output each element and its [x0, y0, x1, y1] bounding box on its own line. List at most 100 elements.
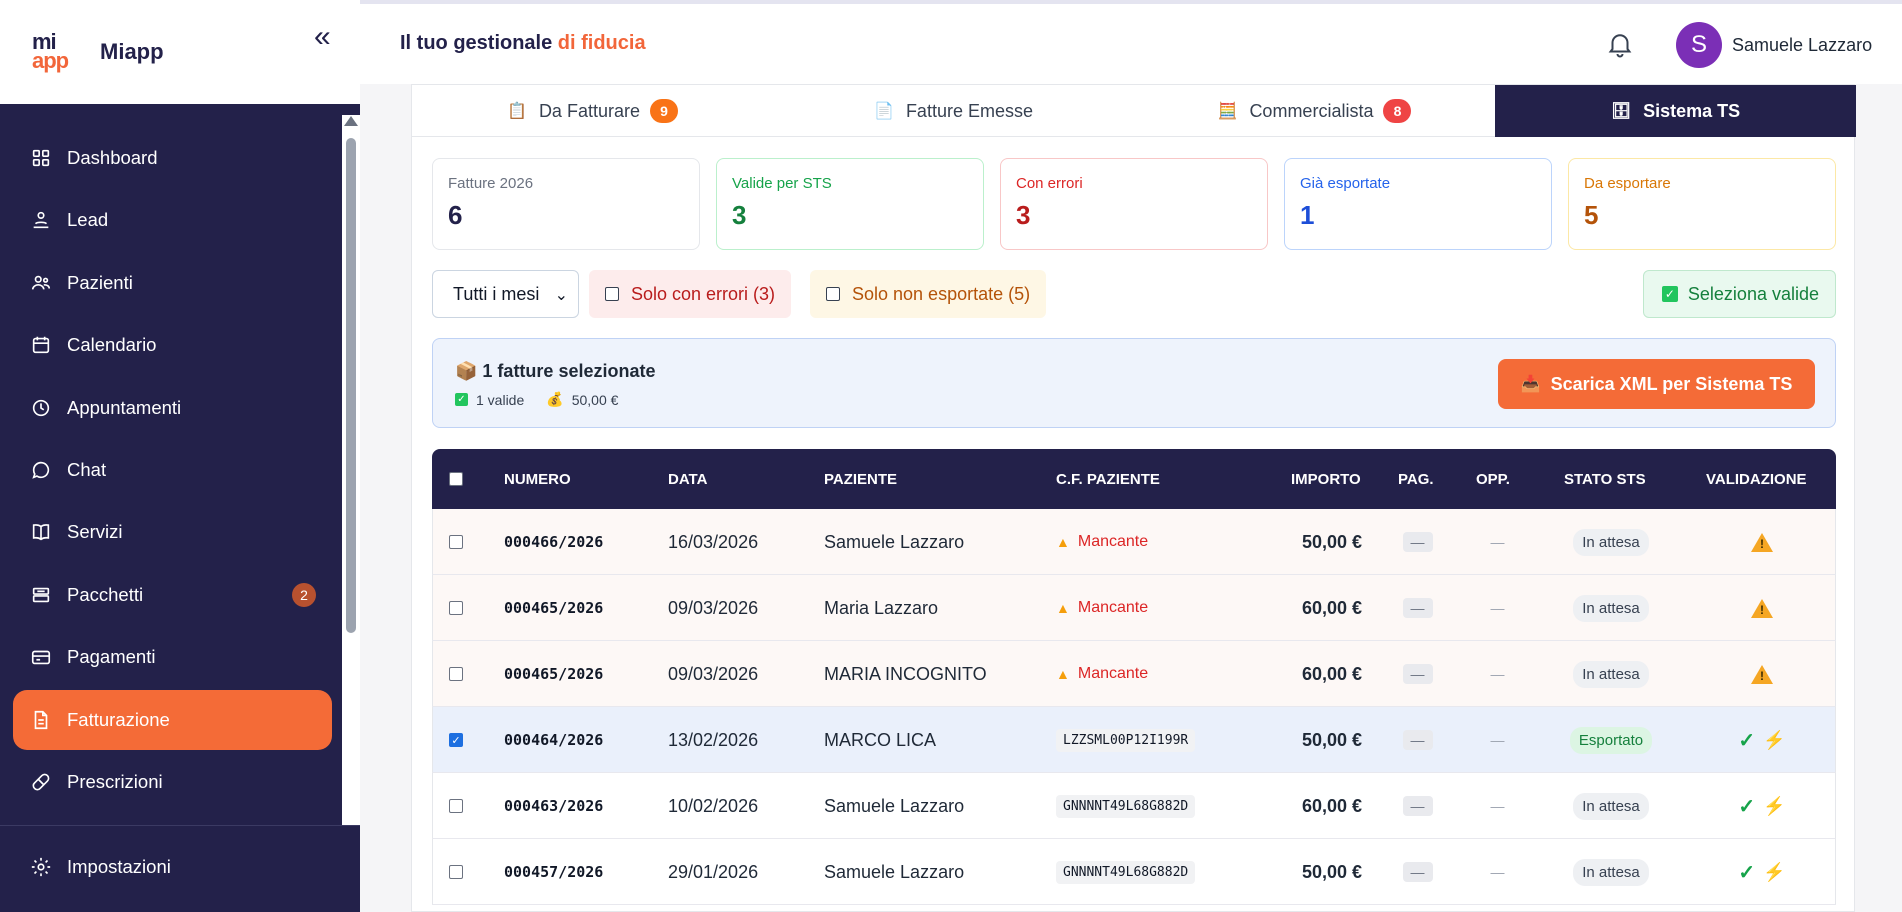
col-data[interactable]: DATA — [668, 449, 707, 509]
brand-name: Miapp — [100, 39, 164, 64]
sts-status: In attesa — [1573, 528, 1649, 556]
row-checkbox[interactable] — [449, 601, 463, 615]
patient-cf: ▲ Mancante — [1056, 575, 1148, 641]
tab-icon: 📄 — [874, 103, 894, 120]
col-opp[interactable]: OPP. — [1476, 449, 1510, 509]
errors-only-filter[interactable]: Solo con errori (3) — [589, 270, 792, 318]
table-row[interactable]: 000465/2026 09/03/2026 Maria Lazzaro ▲ Manca… — [432, 575, 1836, 641]
sidebar-item-pacchetti[interactable]: Pacchetti 2 — [13, 565, 332, 625]
row-checkbox[interactable] — [449, 535, 463, 549]
count-badge: 2 — [292, 582, 316, 607]
check-icon: ✓ — [1661, 286, 1678, 302]
table-row[interactable]: 000463/2026 10/02/2026 Samuele Lazzaro GNNN… — [432, 773, 1836, 839]
stat-value: 5 — [1584, 200, 1599, 230]
col-paziente[interactable]: PAZIENTE — [824, 449, 897, 509]
sidebar-item-label: Dashboard — [67, 147, 158, 168]
sidebar-item-chat[interactable]: Chat — [13, 440, 332, 500]
stat-label: Fatture 2026 — [448, 175, 534, 192]
sidebar-item-dashboard[interactable]: Dashboard — [13, 128, 332, 188]
patient-name: Samuele Lazzaro — [824, 531, 965, 552]
lightning-icon: ⚡ — [1763, 861, 1786, 882]
sidebar-scroll-thumb[interactable] — [346, 138, 356, 633]
col-validazione[interactable]: VALIDAZIONE — [1706, 449, 1807, 509]
patient-cf: GNNNNT49L68G882D — [1056, 773, 1196, 839]
sts-status: In attesa — [1573, 792, 1649, 820]
lightning-icon: ⚡ — [1763, 729, 1786, 750]
table-row[interactable]: 000466/2026 16/03/2026 Samuele Lazzaro ▲ Man… — [432, 509, 1836, 575]
tab-icon: 🧮 — [1217, 103, 1238, 120]
invoice-number: 000463/2026 — [504, 797, 604, 815]
sidebar-item-label: Prescrizioni — [67, 770, 163, 792]
select-valid-button[interactable]: ✓ Seleziona valide — [1642, 270, 1836, 318]
logo-bottom: app — [32, 48, 69, 73]
tab-fatture-emesse[interactable]: 📄 Fatture Emesse — [773, 85, 1134, 137]
row-checkbox[interactable] — [449, 865, 463, 879]
sidebar-item-pazienti[interactable]: Pazienti — [13, 253, 332, 313]
selection-amount: 💰 50,00 € — [546, 391, 618, 408]
sidebar-item-prescrizioni[interactable]: Prescrizioni — [13, 752, 332, 812]
not-exported-filter[interactable]: Solo non esportate (5) — [810, 270, 1047, 318]
month-select[interactable]: Tutti i mesi ⌄ — [432, 270, 579, 318]
row-checkbox[interactable] — [449, 667, 463, 681]
not-exported-checkbox[interactable] — [826, 287, 840, 301]
sidebar-item-label: Servizi — [67, 521, 123, 543]
stat-label: Da esportare — [1584, 175, 1671, 192]
opp-value: — — [1490, 864, 1505, 880]
col-pag[interactable]: PAG. — [1398, 449, 1434, 509]
sidebar-item-servizi[interactable]: Servizi — [13, 502, 332, 562]
tab-commercialista[interactable]: 🧮 Commercialista 8 — [1134, 85, 1495, 137]
download-icon: 📥 — [1520, 376, 1541, 393]
invoice-number: 000465/2026 — [504, 599, 604, 617]
errors-only-checkbox[interactable] — [605, 287, 619, 301]
sidebar-item-label: Calendario — [67, 334, 157, 356]
row-checkbox[interactable] — [449, 799, 463, 813]
checkmark-icon: ✓ — [1738, 729, 1756, 752]
col-importo[interactable]: IMPORTO — [1291, 449, 1361, 509]
invoices-table: NUMERO DATA PAZIENTE C.F. PAZIENTE IMPOR… — [432, 449, 1836, 905]
tab-sistema-ts[interactable]: 🗄 Sistema TS — [1495, 85, 1856, 137]
sidebar-item-pagamenti[interactable]: Pagamenti — [13, 627, 332, 687]
avatar[interactable]: S — [1676, 22, 1722, 68]
user-name[interactable]: Samuele Lazzaro — [1732, 35, 1872, 56]
opp-cell: — — [1475, 575, 1520, 641]
tagline-main: Il tuo gestionale — [400, 32, 558, 54]
download-xml-button[interactable]: 📥 Scarica XML per Sistema TS — [1498, 359, 1815, 409]
selection-amount-label: 50,00 € — [571, 391, 619, 408]
pag-cell: — — [1395, 707, 1440, 773]
select-all-checkbox[interactable] — [449, 472, 463, 486]
collapse-sidebar-icon[interactable]: « — [314, 20, 331, 54]
pag-cell: — — [1395, 575, 1440, 641]
top-header: Il tuo gestionale di fiducia S Samuele L… — [360, 4, 1902, 84]
pag-value: — — [1402, 730, 1433, 750]
opp-cell: — — [1475, 839, 1520, 905]
sidebar-item-settings[interactable]: Impostazioni — [13, 837, 333, 897]
clock-icon — [29, 396, 53, 420]
bell-icon[interactable] — [1605, 28, 1635, 60]
table-row[interactable]: 000457/2026 29/01/2026 Samuele Lazzaro GNNN… — [432, 839, 1836, 905]
col-numero[interactable]: NUMERO — [504, 449, 571, 509]
opp-value: — — [1490, 600, 1505, 616]
table-row[interactable]: 000465/2026 09/03/2026 MARIA INCOGNITO ▲ Man… — [432, 641, 1836, 707]
row-checkbox[interactable]: ✓ — [449, 733, 463, 747]
select-valid-label: Seleziona valide — [1687, 283, 1819, 304]
patient-cf: LZZSML00P12I199R — [1056, 707, 1196, 773]
table-row[interactable]: ✓ 000464/2026 13/02/2026 MARCO LICA LZZSML00… — [432, 707, 1836, 773]
gear-icon — [29, 855, 53, 879]
not-exported-label: Solo non esportate (5) — [852, 283, 1031, 304]
patient-name: MARIA INCOGNITO — [824, 663, 987, 684]
sidebar-item-lead[interactable]: Lead — [13, 190, 332, 250]
pag-value: — — [1402, 664, 1433, 684]
scroll-up-arrow-icon[interactable] — [344, 116, 358, 126]
sidebar-item-calendario[interactable]: Calendario — [13, 315, 332, 375]
opp-cell: — — [1475, 641, 1520, 707]
main-card: 📋 Da Fatturare 9 📄 Fatture Emesse 🧮 Commercial… — [411, 84, 1856, 912]
col-stato-sts[interactable]: STATO STS — [1564, 449, 1646, 509]
sidebar-item-fatturazione[interactable]: Fatturazione — [13, 689, 332, 750]
invoice-number: 000464/2026 — [504, 731, 604, 749]
sidebar-item-appuntamenti[interactable]: Appuntamenti — [13, 378, 332, 438]
col-cf[interactable]: C.F. PAZIENTE — [1056, 449, 1160, 509]
invoice-date: 09/03/2026 — [668, 597, 759, 618]
tab-da-fatturare[interactable]: 📋 Da Fatturare 9 — [412, 85, 773, 137]
stats-row: Fatture 2026 6 Valide per STS 3 Con errori 3 G… — [432, 158, 1836, 250]
opp-value: — — [1490, 732, 1505, 748]
